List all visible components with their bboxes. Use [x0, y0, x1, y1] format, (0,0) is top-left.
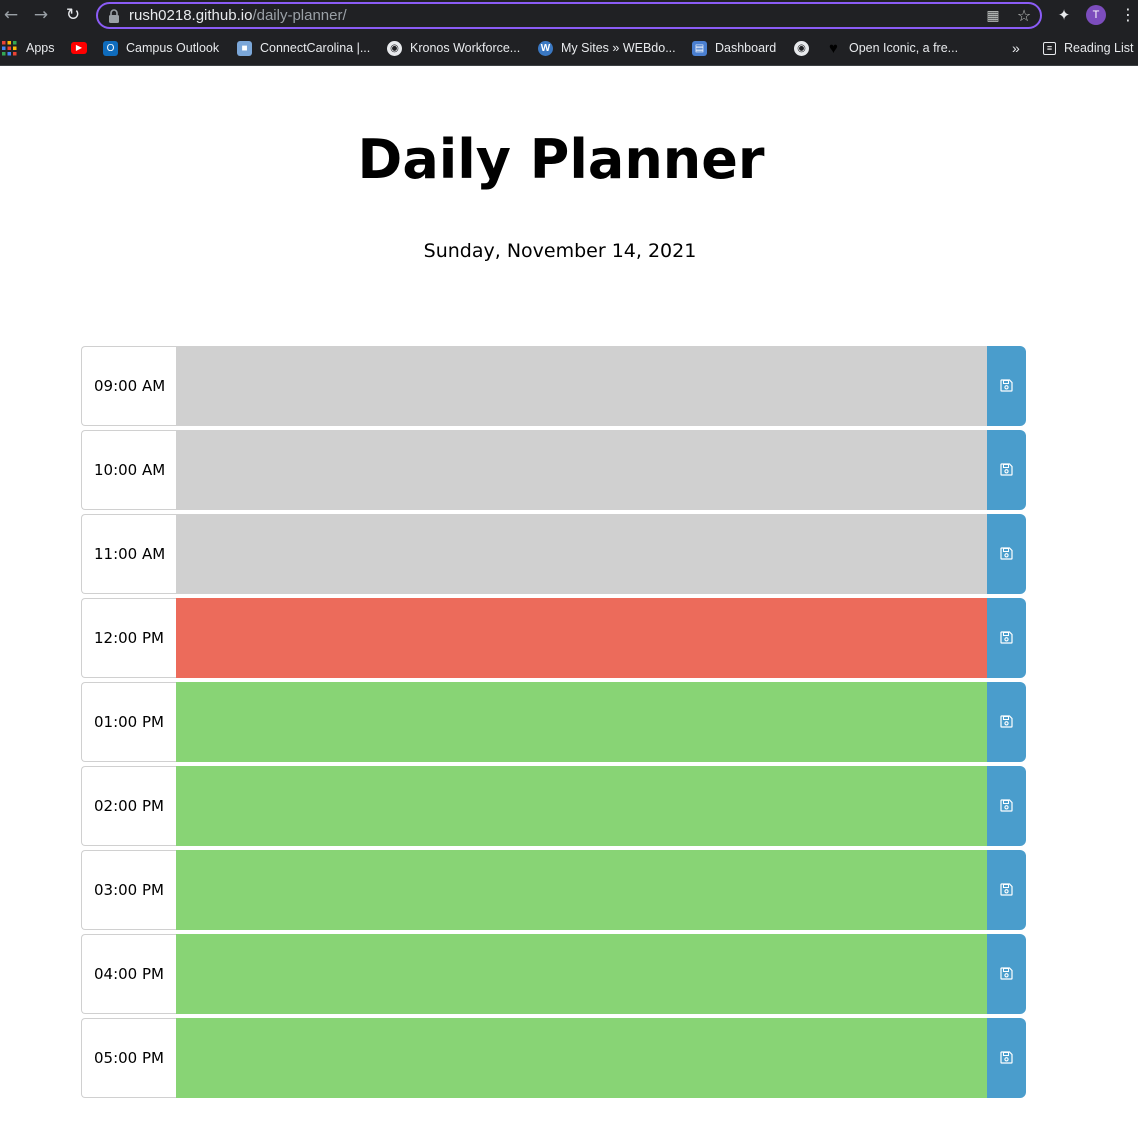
- timeblock-row: 04:00 PM: [81, 934, 1026, 1014]
- timeblock-row: 03:00 PM: [81, 850, 1026, 930]
- save-button[interactable]: [987, 766, 1026, 846]
- page-title: Daily Planner: [357, 128, 765, 191]
- bookmark-dashboard[interactable]: ▤ Dashboard: [692, 39, 776, 57]
- event-description-input[interactable]: [176, 1018, 987, 1098]
- event-description-input[interactable]: [176, 598, 987, 678]
- event-description-input[interactable]: [176, 766, 987, 846]
- connectcarolina-icon: ■: [237, 40, 252, 56]
- bookmark-youtube[interactable]: ▶: [71, 39, 95, 57]
- extensions-puzzle-icon[interactable]: ✦: [1055, 6, 1073, 24]
- reload-icon[interactable]: ↻: [62, 4, 84, 26]
- event-description-input[interactable]: [176, 430, 987, 510]
- event-description-input[interactable]: [176, 850, 987, 930]
- hour-label: 11:00 AM: [81, 514, 176, 594]
- bookmark-label: My Sites » WEBdo...: [561, 41, 676, 55]
- lock-icon: [109, 9, 119, 23]
- bookmark-label: Apps: [26, 41, 55, 55]
- event-description-input[interactable]: [176, 514, 987, 594]
- save-disk-icon: [1000, 799, 1013, 812]
- current-date: Sunday, November 14, 2021: [423, 240, 697, 262]
- reading-list-icon: ≡: [1043, 41, 1056, 55]
- reading-list-button[interactable]: ≡ Reading List: [1043, 39, 1134, 57]
- url-host: rush0218.github.io: [129, 7, 253, 24]
- globe-icon: ◉: [794, 40, 809, 56]
- save-disk-icon: [1000, 379, 1013, 392]
- bookmark-label: ConnectCarolina |...: [260, 41, 371, 55]
- bookmark-star-icon[interactable]: ☆: [1015, 7, 1033, 25]
- save-disk-icon: [1000, 883, 1013, 896]
- youtube-icon: ▶: [71, 42, 87, 54]
- timeblock-row: 05:00 PM: [81, 1018, 1026, 1098]
- save-disk-icon: [1000, 547, 1013, 560]
- back-arrow-icon[interactable]: ←: [0, 4, 22, 26]
- hour-label: 02:00 PM: [81, 766, 176, 846]
- bookmark-my-sites[interactable]: W My Sites » WEBdo...: [538, 39, 676, 57]
- url-path: /daily-planner/: [252, 7, 347, 24]
- bookmarks-overflow-button[interactable]: »: [1012, 39, 1020, 57]
- outlook-icon: O: [103, 40, 118, 56]
- save-button[interactable]: [987, 682, 1026, 762]
- timeblock-row: 11:00 AM: [81, 514, 1026, 594]
- bookmark-kronos[interactable]: ◉ Kronos Workforce...: [387, 39, 520, 57]
- save-button[interactable]: [987, 514, 1026, 594]
- bookmarks-bar: Apps ▶ O Campus Outlook ■ ConnectCarolin…: [0, 31, 1138, 66]
- apps-grid-icon: [2, 40, 17, 55]
- event-description-input[interactable]: [176, 934, 987, 1014]
- event-description-input[interactable]: [176, 682, 987, 762]
- bookmark-open-iconic[interactable]: ♥ Open Iconic, a fre...: [826, 39, 958, 57]
- timeblock-row: 01:00 PM: [81, 682, 1026, 762]
- hour-label: 04:00 PM: [81, 934, 176, 1014]
- save-button[interactable]: [987, 430, 1026, 510]
- save-button[interactable]: [987, 934, 1026, 1014]
- url-text[interactable]: rush0218.github.io/daily-planner/: [129, 7, 347, 25]
- browser-toolbar: ← → ↻ rush0218.github.io/daily-planner/ …: [0, 0, 1138, 31]
- save-disk-icon: [1000, 463, 1013, 476]
- save-button[interactable]: [987, 1018, 1026, 1098]
- timeblock-row: 02:00 PM: [81, 766, 1026, 846]
- save-button[interactable]: [987, 346, 1026, 426]
- page-content: Daily Planner Sunday, November 14, 2021 …: [0, 66, 1138, 1136]
- heart-icon: ♥: [829, 39, 838, 57]
- save-button[interactable]: [987, 598, 1026, 678]
- bookmark-globe[interactable]: ◉: [794, 39, 817, 57]
- event-description-input[interactable]: [176, 346, 987, 426]
- qr-code-icon[interactable]: ▦: [984, 7, 1002, 25]
- bookmark-label: Dashboard: [715, 41, 777, 55]
- hour-label: 03:00 PM: [81, 850, 176, 930]
- timeblock-row: 10:00 AM: [81, 430, 1026, 510]
- save-disk-icon: [1000, 1051, 1013, 1064]
- save-disk-icon: [1000, 715, 1013, 728]
- save-disk-icon: [1000, 631, 1013, 644]
- address-bar[interactable]: rush0218.github.io/daily-planner/ ▦ ☆: [96, 2, 1042, 29]
- hour-label: 05:00 PM: [81, 1018, 176, 1098]
- bookmark-apps[interactable]: Apps: [2, 39, 55, 57]
- hour-label: 09:00 AM: [81, 346, 176, 426]
- hour-label: 01:00 PM: [81, 682, 176, 762]
- browser-menu-icon[interactable]: ⋮: [1120, 5, 1136, 25]
- bookmark-label: Kronos Workforce...: [410, 41, 521, 55]
- profile-avatar[interactable]: T: [1086, 5, 1106, 25]
- save-button[interactable]: [987, 850, 1026, 930]
- save-disk-icon: [1000, 967, 1013, 980]
- bookmark-label: Open Iconic, a fre...: [849, 41, 959, 55]
- timeblock-row: 12:00 PM: [81, 598, 1026, 678]
- bookmark-label: Campus Outlook: [126, 41, 220, 55]
- wordpress-icon: W: [538, 40, 553, 56]
- hour-label: 10:00 AM: [81, 430, 176, 510]
- forward-arrow-icon[interactable]: →: [30, 4, 52, 26]
- reading-list-label: Reading List: [1064, 41, 1134, 55]
- globe-icon: ◉: [387, 40, 402, 56]
- timeblock-row: 09:00 AM: [81, 346, 1026, 426]
- hour-label: 12:00 PM: [81, 598, 176, 678]
- overflow-chevron-icon: »: [1012, 40, 1020, 56]
- dashboard-icon: ▤: [692, 40, 707, 56]
- bookmark-campus-outlook[interactable]: O Campus Outlook: [103, 39, 219, 57]
- bookmark-connectcarolina[interactable]: ■ ConnectCarolina |...: [237, 39, 370, 57]
